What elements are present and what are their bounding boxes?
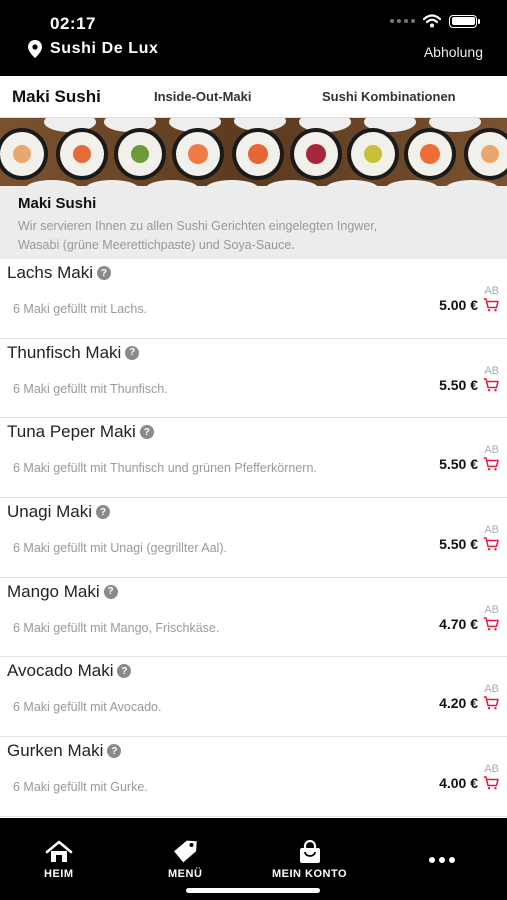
location-selector[interactable]: Sushi De Lux <box>28 40 159 58</box>
item-name: Gurken Maki <box>7 741 104 761</box>
status-time: 02:17 <box>50 14 96 33</box>
category-description-line-2: Wasabi (grüne Meerettichpaste) und Soya-… <box>18 238 295 252</box>
cart-icon[interactable] <box>483 457 499 471</box>
wifi-icon <box>423 14 441 28</box>
item-price: 4.00 € <box>439 775 478 792</box>
category-banner-image <box>0 118 507 186</box>
item-description: 6 Maki gefüllt mit Avocado. <box>13 700 162 715</box>
price-prefix: AB <box>484 444 499 457</box>
item-description: 6 Maki gefüllt mit Unagi (gegrillter Aal… <box>13 541 227 556</box>
price-prefix: AB <box>484 683 499 696</box>
nav-heim[interactable]: HEIM <box>44 840 74 880</box>
nav-label: MENÜ <box>168 868 203 880</box>
home-icon <box>45 840 73 862</box>
item-price: 4.20 € <box>439 695 478 712</box>
battery-icon <box>449 14 480 28</box>
signal-icon <box>390 19 415 23</box>
item-price: 5.50 € <box>439 376 478 393</box>
help-icon[interactable]: ? <box>117 664 132 679</box>
item-name: Tuna Peper Maki <box>7 422 136 442</box>
menu-item-lachs-maki[interactable]: Lachs Maki? 6 Maki gefüllt mit Lachs. AB… <box>0 259 507 339</box>
nav-mein-konto[interactable]: MEIN KONTO <box>272 840 347 880</box>
cart-icon[interactable] <box>483 377 499 392</box>
item-name: Thunfisch Maki <box>7 342 122 362</box>
tab-sushi-kombinationen[interactable]: Sushi Kombinationen <box>322 89 456 104</box>
cart-icon[interactable] <box>483 537 499 551</box>
menu-item-gurken-maki[interactable]: Gurken Maki? 6 Maki gefüllt mit Gurke. A… <box>0 737 507 817</box>
item-price: 5.00 € <box>439 297 478 313</box>
menu-item-tuna-peper-maki[interactable]: Tuna Peper Maki? 6 Maki gefüllt mit Thun… <box>0 418 507 499</box>
help-icon[interactable]: ? <box>96 266 111 280</box>
location-pin-icon <box>28 40 42 58</box>
item-name: Avocado Maki <box>7 661 114 681</box>
cart-icon[interactable] <box>483 617 499 631</box>
price-prefix: AB <box>484 285 499 297</box>
item-price: 5.50 € <box>439 536 478 553</box>
tab-maki-sushi[interactable]: Maki Sushi <box>12 87 101 107</box>
menu-item-avocado-maki[interactable]: Avocado Maki? 6 Maki gefüllt mit Avocado… <box>0 657 507 738</box>
status-icons <box>390 14 480 28</box>
item-name: Unagi Maki <box>7 502 93 522</box>
menu-item-list: Lachs Maki? 6 Maki gefüllt mit Lachs. AB… <box>0 259 507 817</box>
cart-icon[interactable] <box>483 298 499 312</box>
home-indicator[interactable] <box>186 888 320 893</box>
tag-icon <box>174 840 197 863</box>
nav-label: MEIN KONTO <box>272 868 348 880</box>
sushi-photo <box>0 118 507 186</box>
item-name: Mango Maki <box>7 581 100 601</box>
bag-icon <box>299 840 320 863</box>
item-name: Lachs Maki <box>7 263 93 282</box>
price-prefix: AB <box>484 763 499 776</box>
item-description: 6 Maki gefüllt mit Gurke. <box>13 780 148 795</box>
menu-item-mango-maki[interactable]: Mango Maki? 6 Maki gefüllt mit Mango, Fr… <box>0 578 507 658</box>
item-price: 5.50 € <box>439 456 478 473</box>
price-prefix: AB <box>484 364 499 377</box>
menu-item-thunfisch-maki[interactable]: Thunfisch Maki? 6 Maki gefüllt mit Thunf… <box>0 339 507 419</box>
item-description: 6 Maki gefüllt mit Thunfisch und grünen … <box>13 461 317 476</box>
cart-icon[interactable] <box>483 776 499 790</box>
more-icon <box>429 857 455 863</box>
item-description: 6 Maki gefüllt mit Mango, Frischkäse. <box>13 620 220 635</box>
cart-icon[interactable] <box>483 696 499 710</box>
category-tabs: Maki Sushi Inside-Out-Maki Sushi Kombina… <box>0 76 507 118</box>
help-icon[interactable]: ? <box>103 584 118 599</box>
tab-inside-out-maki[interactable]: Inside-Out-Maki <box>154 89 252 104</box>
nav-label: HEIM <box>44 868 74 880</box>
price-prefix: AB <box>484 524 499 537</box>
price-prefix: AB <box>484 603 499 616</box>
help-icon[interactable]: ? <box>107 744 122 759</box>
order-mode-button[interactable]: Abholung <box>424 44 483 60</box>
restaurant-name: Sushi De Lux <box>50 40 159 57</box>
category-description-line-1: Wir servieren Ihnen zu allen Sushi Geric… <box>18 219 378 233</box>
help-icon[interactable]: ? <box>125 345 140 360</box>
help-icon[interactable]: ? <box>139 425 154 440</box>
top-bar: 02:17 Sushi De Lux Abholung <box>0 0 507 76</box>
item-description: 6 Maki gefüllt mit Thunfisch. <box>13 381 168 396</box>
category-header: Maki Sushi Wir servieren Ihnen zu allen … <box>0 186 507 259</box>
help-icon[interactable]: ? <box>96 505 111 520</box>
nav-menue[interactable]: MENÜ <box>168 840 202 880</box>
menu-item-unagi-maki[interactable]: Unagi Maki? 6 Maki gefüllt mit Unagi (ge… <box>0 498 507 578</box>
category-title: Maki Sushi <box>18 195 97 212</box>
nav-more[interactable] <box>428 856 456 864</box>
item-description: 6 Maki gefüllt mit Lachs. <box>13 302 148 316</box>
item-price: 4.70 € <box>439 615 478 632</box>
